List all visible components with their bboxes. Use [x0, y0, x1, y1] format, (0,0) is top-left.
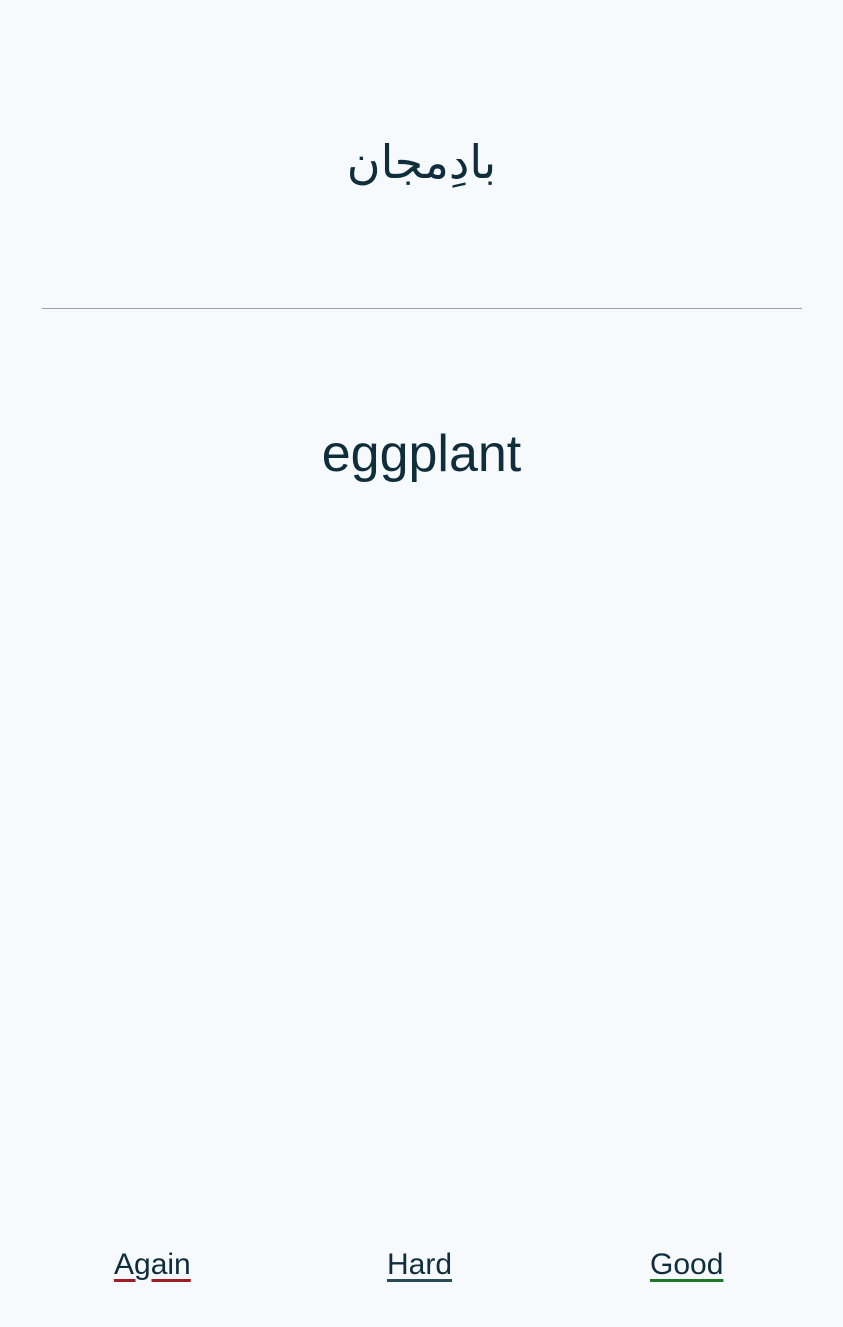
answer-buttons: Again Hard Good	[0, 1245, 843, 1285]
card-divider	[42, 308, 802, 309]
card-back-text: eggplant	[321, 425, 522, 483]
good-button[interactable]: Good	[650, 1245, 723, 1285]
flashcard: بادِمجان eggplant Again Hard Good	[0, 0, 843, 1327]
hard-button[interactable]: Hard	[387, 1245, 452, 1285]
card-front-text: بادِمجان	[346, 135, 497, 189]
again-button[interactable]: Again	[114, 1245, 191, 1285]
